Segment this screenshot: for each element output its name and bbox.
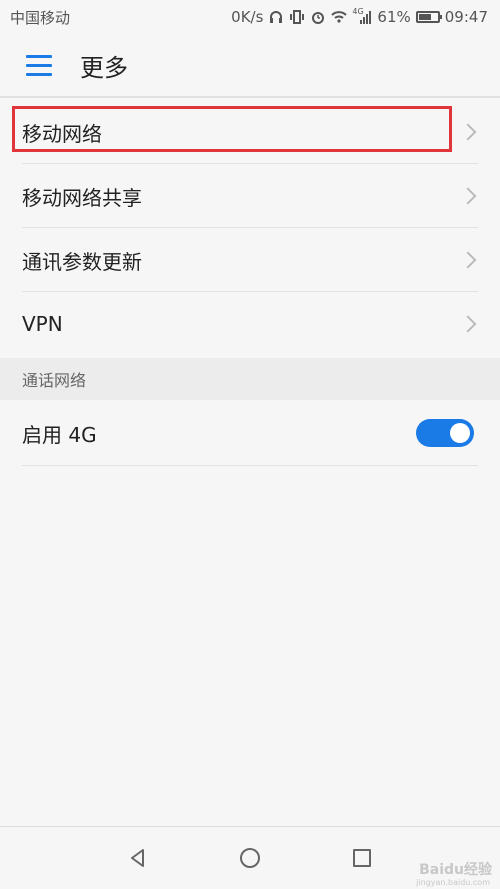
chevron-right-icon: [459, 251, 477, 269]
enable-4g-toggle[interactable]: [416, 419, 474, 447]
status-bar: 中国移动 0K/s 4G 61% 09:47: [0, 0, 500, 34]
alarm-icon: [310, 9, 326, 25]
enable-4g-row: 启用 4G: [0, 400, 500, 466]
settings-list: 移动网络 移动网络共享 通讯参数更新 VPN: [0, 100, 500, 356]
home-icon[interactable]: [238, 846, 262, 870]
wifi-icon: [331, 9, 348, 25]
battery-percent: 61%: [377, 8, 411, 26]
enable-4g-label: 启用 4G: [22, 422, 97, 447]
watermark-url: jingyan.baidu.com: [416, 878, 490, 887]
app-header: 更多: [0, 34, 500, 98]
list-item-label: 移动网络共享: [22, 185, 142, 210]
chevron-right-icon: [459, 315, 477, 333]
list-item-label: VPN: [22, 312, 63, 336]
carrier-label: 中国移动: [10, 8, 71, 27]
list-item-label: 通讯参数更新: [22, 249, 142, 274]
list-item-label: 移动网络: [22, 121, 102, 146]
recent-apps-icon[interactable]: [350, 846, 374, 870]
list-item-carrier-update[interactable]: 通讯参数更新: [0, 228, 500, 292]
list-item-tethering[interactable]: 移动网络共享: [0, 164, 500, 228]
toggle-knob: [450, 423, 470, 443]
headphone-icon: [268, 9, 284, 25]
page-title: 更多: [80, 53, 128, 82]
vibrate-icon: [289, 9, 305, 25]
back-icon[interactable]: [126, 846, 150, 870]
navigation-bar: Baidu经验 jingyan.baidu.com: [0, 826, 500, 889]
status-indicators: 0K/s 4G 61% 09:47: [231, 7, 488, 26]
signal-icon: 4G: [352, 7, 372, 25]
section-header: 通话网络: [0, 358, 500, 400]
chevron-right-icon: [459, 187, 477, 205]
list-item-vpn[interactable]: VPN: [0, 292, 500, 356]
chevron-right-icon: [459, 123, 477, 141]
list-item-mobile-network[interactable]: 移动网络: [0, 100, 500, 164]
clock-time: 09:47: [444, 8, 488, 26]
signal-type-label: 4G: [352, 7, 364, 16]
battery-icon: [415, 11, 442, 23]
network-speed: 0K/s: [231, 8, 264, 26]
watermark: Baidu经验: [419, 862, 492, 878]
menu-icon[interactable]: [26, 54, 52, 76]
